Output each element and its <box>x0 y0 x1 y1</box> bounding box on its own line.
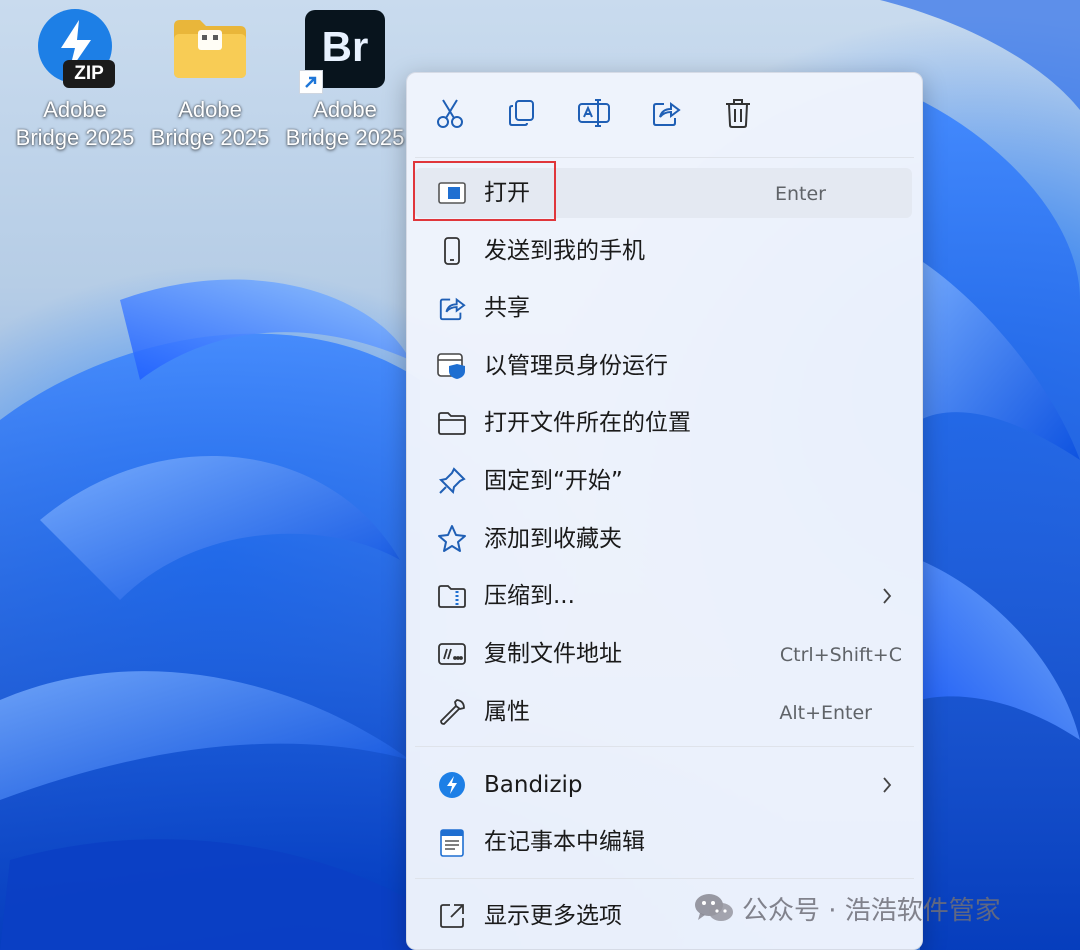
folder-icon <box>437 409 467 437</box>
zip-folder-icon <box>437 582 467 610</box>
menu-item-properties[interactable]: 属性 Alt+Enter <box>415 687 912 737</box>
wrench-icon <box>437 698 467 726</box>
delete-button[interactable] <box>718 95 758 135</box>
menu-item-label: 共享 <box>484 295 530 321</box>
menu-item-label: 属性 <box>484 699 530 725</box>
menu-item-shortcut: Ctrl+Shift+C <box>779 644 902 666</box>
menu-item-label: 压缩到... <box>484 583 575 609</box>
scissors-icon <box>435 97 465 133</box>
menu-item-compress-to[interactable]: 压缩到... <box>415 571 912 621</box>
notepad-icon <box>437 828 467 857</box>
star-icon <box>437 525 467 553</box>
watermark: 公众号 · 浩浩软件管家 <box>694 888 1001 928</box>
copy-button[interactable] <box>502 95 542 135</box>
desktop-icon-adobe-bridge-shortcut[interactable]: Br Adobe Bridge 2025 <box>279 8 411 152</box>
chevron-right-icon <box>880 775 894 795</box>
context-menu-toolbar <box>407 73 922 157</box>
menu-item-shortcut: Enter <box>775 183 826 205</box>
desktop-icon-label: Adobe Bridge 2025 <box>150 97 270 150</box>
zip-badge-text: ZIP <box>74 63 104 84</box>
menu-item-label: 固定到“开始” <box>484 468 623 494</box>
adobe-bridge-icon: Br <box>299 8 385 94</box>
menu-item-shortcut: Alt+Enter <box>779 702 872 724</box>
menu-item-label: 发送到我的手机 <box>484 238 645 264</box>
menu-item-bandizip[interactable]: Bandizip <box>415 760 912 810</box>
rename-icon <box>577 98 611 132</box>
highlight-annotation-box <box>413 161 556 221</box>
menu-item-copy-file-path[interactable]: 复制文件地址 Ctrl+Shift+C <box>415 629 912 679</box>
share-button[interactable] <box>646 95 686 135</box>
menu-item-label: 以管理员身份运行 <box>484 353 668 379</box>
copy-path-icon <box>437 640 467 668</box>
menu-item-add-to-favorites[interactable]: 添加到收藏夹 <box>415 514 912 564</box>
menu-item-label: 添加到收藏夹 <box>484 526 622 552</box>
trash-icon <box>724 97 752 133</box>
menu-item-pin-to-start[interactable]: 固定到“开始” <box>415 456 912 506</box>
bridge-badge-text: Br <box>321 23 369 70</box>
menu-separator <box>415 157 914 158</box>
share-icon <box>437 294 467 322</box>
shield-icon <box>437 352 467 380</box>
wechat-icon <box>694 891 734 925</box>
phone-icon <box>437 237 467 265</box>
desktop-icon-bandizip-archive[interactable]: ZIP Adobe Bridge 2025 <box>9 8 141 152</box>
folder-icon <box>170 8 250 88</box>
desktop-icon-label: Adobe Bridge 2025 <box>15 97 135 150</box>
menu-item-open-file-location[interactable]: 打开文件所在的位置 <box>415 398 912 448</box>
bandizip-zip-icon: ZIP <box>35 8 115 88</box>
menu-item-label: Bandizip <box>484 772 583 798</box>
chevron-right-icon <box>880 586 894 606</box>
bandizip-icon <box>437 771 467 799</box>
shortcut-arrow-icon <box>299 70 323 94</box>
menu-separator <box>415 878 914 879</box>
menu-item-label: 在记事本中编辑 <box>484 829 645 855</box>
more-options-icon <box>437 902 467 930</box>
pin-icon <box>437 467 467 495</box>
rename-button[interactable] <box>574 95 614 135</box>
menu-item-send-to-phone[interactable]: 发送到我的手机 <box>415 226 912 276</box>
menu-item-label: 复制文件地址 <box>484 641 622 667</box>
desktop-icon-folder[interactable]: Adobe Bridge 2025 <box>144 8 276 152</box>
copy-icon <box>507 98 537 132</box>
menu-separator <box>415 746 914 747</box>
desktop-icon-label: Adobe Bridge 2025 <box>285 97 405 150</box>
menu-item-label: 显示更多选项 <box>484 903 622 929</box>
cut-button[interactable] <box>430 95 470 135</box>
share-icon <box>651 98 681 132</box>
watermark-text: 公众号 · 浩浩软件管家 <box>742 895 1001 926</box>
menu-item-label: 打开文件所在的位置 <box>484 410 691 436</box>
desktop: ZIP Adobe Bridge 2025 Adobe Bridge 2025 <box>0 0 1080 950</box>
menu-item-share[interactable]: 共享 <box>415 283 912 333</box>
menu-item-edit-in-notepad[interactable]: 在记事本中编辑 <box>415 817 912 867</box>
menu-item-run-as-admin[interactable]: 以管理员身份运行 <box>415 341 912 391</box>
